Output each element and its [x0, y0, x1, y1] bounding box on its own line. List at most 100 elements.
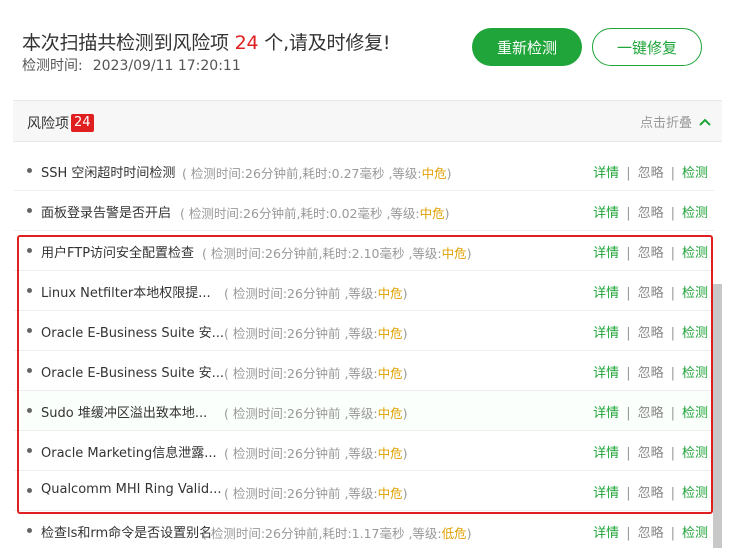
- risk-row: Qualcomm MHI Ring Valid... ( 检测时间:26分钟前 …: [14, 471, 714, 511]
- risk-level: 中危: [441, 246, 467, 261]
- risk-meta: ( 检测时间:26分钟前 ,等级:中危): [224, 446, 408, 461]
- details-link[interactable]: 详情: [593, 446, 619, 461]
- risk-count: 24: [234, 32, 259, 54]
- risk-section-header: 风险项 24 点击折叠: [13, 100, 722, 142]
- rescan-button[interactable]: 重新检测: [472, 28, 582, 66]
- risk-name: Qualcomm MHI Ring Valid...: [41, 482, 222, 497]
- bullet-icon: [27, 448, 32, 453]
- headline-suffix: 个,请及时修复!: [264, 32, 391, 54]
- risk-meta: ( 检测时间:26分钟前 ,等级:中危): [224, 486, 408, 501]
- risk-list: SSH 空闲超时时间检测 ( 检测时间:26分钟前,耗时:0.27毫秒 ,等级:…: [14, 151, 714, 548]
- details-link[interactable]: 详情: [593, 206, 619, 221]
- risk-level: 中危: [377, 486, 403, 501]
- details-link[interactable]: 详情: [593, 166, 619, 181]
- risk-level: 中危: [377, 326, 403, 341]
- risk-count-badge: 24: [71, 114, 94, 132]
- collapse-label: 点击折叠: [639, 116, 692, 131]
- scan-time-label: 检测时间:: [22, 58, 83, 74]
- risk-level: 低危: [441, 526, 467, 541]
- details-link[interactable]: 详情: [593, 526, 619, 541]
- ignore-link[interactable]: 忽略: [638, 206, 664, 221]
- chevron-up-icon: [699, 118, 711, 126]
- scan-summary-header: 本次扫描共检测到风险项 24 个,请及时修复! 检测时间: 2023/09/11 …: [0, 0, 736, 100]
- risk-name: SSH 空闲超时时间检测: [41, 166, 176, 181]
- check-link[interactable]: 检测: [682, 526, 708, 541]
- scan-headline: 本次扫描共检测到风险项 24 个,请及时修复!: [22, 28, 391, 55]
- bullet-icon: [27, 288, 32, 293]
- risk-level: 中危: [419, 206, 445, 221]
- risk-meta: ( 检测时间:26分钟前 ,等级:中危): [224, 366, 408, 381]
- risk-actions: 详情 | 忽略 | 检测: [593, 326, 708, 341]
- check-link[interactable]: 检测: [682, 206, 708, 221]
- check-link[interactable]: 检测: [682, 246, 708, 261]
- scan-time: 检测时间: 2023/09/11 17:20:11: [22, 55, 241, 75]
- risk-meta: ( 检测时间:26分钟前,耗时:1.17毫秒 ,等级:低危): [202, 526, 472, 541]
- ignore-link[interactable]: 忽略: [638, 406, 664, 421]
- ignore-link[interactable]: 忽略: [638, 366, 664, 381]
- risk-name: Oracle E-Business Suite 安...: [41, 326, 225, 341]
- section-title-label: 风险项: [27, 116, 69, 132]
- risk-actions: 详情 | 忽略 | 检测: [593, 286, 708, 301]
- risk-row: 检查ls和rm命令是否设置别名 ( 检测时间:26分钟前,耗时:1.17毫秒 ,…: [14, 511, 714, 548]
- check-link[interactable]: 检测: [682, 446, 708, 461]
- collapse-toggle[interactable]: 点击折叠: [640, 112, 712, 131]
- bullet-icon: [27, 408, 32, 413]
- risk-meta: ( 检测时间:26分钟前,耗时:0.27毫秒 ,等级:中危): [182, 166, 452, 181]
- bullet-icon: [27, 328, 32, 333]
- risk-meta: ( 检测时间:26分钟前 ,等级:中危): [224, 406, 408, 421]
- bullet-icon: [27, 208, 32, 213]
- bullet-icon: [27, 248, 32, 253]
- fix-all-button[interactable]: 一键修复: [592, 28, 702, 66]
- details-link[interactable]: 详情: [593, 246, 619, 261]
- headline-prefix: 本次扫描共检测到风险项: [22, 32, 229, 54]
- risk-meta: ( 检测时间:26分钟前 ,等级:中危): [224, 326, 408, 341]
- risk-meta: ( 检测时间:26分钟前,耗时:2.10毫秒 ,等级:中危): [202, 246, 472, 261]
- risk-name: Oracle Marketing信息泄露...: [41, 446, 217, 461]
- ignore-link[interactable]: 忽略: [638, 446, 664, 461]
- ignore-link[interactable]: 忽略: [638, 166, 664, 181]
- check-link[interactable]: 检测: [682, 326, 708, 341]
- check-link[interactable]: 检测: [682, 286, 708, 301]
- details-link[interactable]: 详情: [593, 406, 619, 421]
- risk-level: 中危: [377, 366, 403, 381]
- risk-name: Linux Netfilter本地权限提...: [41, 286, 211, 301]
- risk-name: 用户FTP访问安全配置检查: [41, 246, 195, 261]
- risk-name: 检查ls和rm命令是否设置别名: [41, 526, 213, 541]
- bullet-icon: [27, 368, 32, 373]
- ignore-link[interactable]: 忽略: [638, 326, 664, 341]
- risk-name: 面板登录告警是否开启: [41, 206, 172, 221]
- bullet-icon: [27, 168, 32, 173]
- details-link[interactable]: 详情: [593, 326, 619, 341]
- risk-actions: 详情 | 忽略 | 检测: [593, 166, 708, 181]
- ignore-link[interactable]: 忽略: [638, 486, 664, 501]
- bullet-icon: [27, 488, 32, 493]
- ignore-link[interactable]: 忽略: [638, 286, 664, 301]
- risk-meta: ( 检测时间:26分钟前 ,等级:中危): [224, 286, 408, 301]
- risk-level: 中危: [377, 286, 403, 301]
- ignore-link[interactable]: 忽略: [638, 246, 664, 261]
- risk-actions: 详情 | 忽略 | 检测: [593, 206, 708, 221]
- check-link[interactable]: 检测: [682, 406, 708, 421]
- risk-row: Oracle E-Business Suite 安... ( 检测时间:26分钟…: [14, 311, 714, 351]
- details-link[interactable]: 详情: [593, 286, 619, 301]
- risk-actions: 详情 | 忽略 | 检测: [593, 366, 708, 381]
- risk-row: 用户FTP访问安全配置检查 ( 检测时间:26分钟前,耗时:2.10毫秒 ,等级…: [14, 231, 714, 271]
- risk-section-title: 风险项 24: [27, 113, 94, 133]
- risk-actions: 详情 | 忽略 | 检测: [593, 446, 708, 461]
- scan-time-value: 2023/09/11 17:20:11: [92, 58, 241, 74]
- check-link[interactable]: 检测: [682, 486, 708, 501]
- risk-row: SSH 空闲超时时间检测 ( 检测时间:26分钟前,耗时:0.27毫秒 ,等级:…: [14, 151, 714, 191]
- details-link[interactable]: 详情: [593, 366, 619, 381]
- details-link[interactable]: 详情: [593, 486, 619, 501]
- check-link[interactable]: 检测: [682, 166, 708, 181]
- risk-meta: ( 检测时间:26分钟前,耗时:0.02毫秒 ,等级:中危): [180, 206, 450, 221]
- risk-level: 中危: [377, 446, 403, 461]
- scrollbar-thumb[interactable]: [713, 284, 722, 548]
- check-link[interactable]: 检测: [682, 366, 708, 381]
- ignore-link[interactable]: 忽略: [638, 526, 664, 541]
- risk-row: Linux Netfilter本地权限提... ( 检测时间:26分钟前 ,等级…: [14, 271, 714, 311]
- risk-actions: 详情 | 忽略 | 检测: [593, 406, 708, 421]
- risk-level: 中危: [377, 406, 403, 421]
- risk-actions: 详情 | 忽略 | 检测: [593, 246, 708, 261]
- risk-row: Oracle Marketing信息泄露... ( 检测时间:26分钟前 ,等级…: [14, 431, 714, 471]
